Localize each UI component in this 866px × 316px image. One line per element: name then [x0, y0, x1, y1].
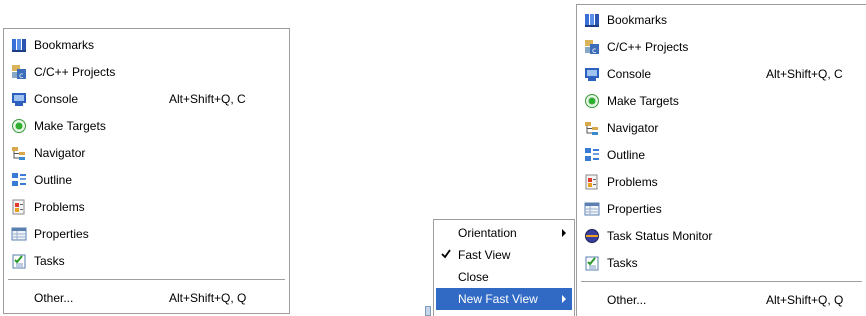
menu-item-label: Bookmarks: [34, 38, 95, 52]
menu-item-label: Bookmarks: [607, 13, 668, 27]
menu-item-cpp-projects[interactable]: c C/C++ Projects: [579, 34, 864, 60]
task-status-monitor-icon: [584, 228, 600, 244]
menu-item-label: Properties: [607, 202, 662, 216]
menu-item-tasks[interactable]: Tasks: [6, 248, 287, 274]
menu-item-label: Make Targets: [34, 119, 106, 133]
menu-item-bookmarks[interactable]: Bookmarks: [579, 7, 864, 33]
menu-item-outline[interactable]: Outline: [6, 167, 287, 193]
menu-item-label: Tasks: [34, 254, 65, 268]
menu-item-label: Other...: [607, 293, 647, 307]
menu-item-label: Fast View: [458, 248, 511, 262]
problems-icon: [584, 174, 600, 190]
menu-separator: [581, 281, 862, 283]
make-targets-icon: [584, 93, 600, 109]
menu-item-label: Navigator: [34, 146, 86, 160]
menu-item-other[interactable]: Other... Alt+Shift+Q, Q: [579, 287, 864, 313]
menu-item-label: Outline: [34, 173, 73, 187]
submenu-arrow-icon: [562, 295, 566, 303]
menu-item-fast-view[interactable]: Fast View: [436, 244, 572, 266]
menu-item-properties[interactable]: Properties: [579, 196, 864, 222]
svg-text:c: c: [19, 71, 23, 80]
console-icon: [11, 91, 27, 107]
menu-item-label: Problems: [607, 175, 658, 189]
menu-item-shortcut: Alt+Shift+Q, C: [169, 92, 246, 106]
menu-item-console[interactable]: Console Alt+Shift+Q, C: [579, 61, 864, 87]
toolbar-fragment: [425, 306, 431, 316]
fast-view-context-menu: Orientation Fast View Close New Fast Vie…: [433, 219, 575, 316]
problems-icon: [11, 199, 27, 215]
show-view-menu-right: Bookmarks c C/C++ Projects Console Alt+S…: [576, 4, 866, 316]
svg-text:c: c: [592, 46, 596, 55]
menu-item-new-fast-view[interactable]: New Fast View: [436, 288, 572, 310]
menu-item-label: Problems: [34, 200, 85, 214]
menu-item-label: C/C++ Projects: [34, 65, 116, 79]
menu-item-properties[interactable]: Properties: [6, 221, 287, 247]
menu-item-label: Navigator: [607, 121, 659, 135]
tasks-icon: [584, 255, 600, 271]
menu-item-orientation[interactable]: Orientation: [436, 222, 572, 244]
menu-item-label: Console: [607, 67, 652, 81]
menu-item-make-targets[interactable]: Make Targets: [6, 113, 287, 139]
menu-item-label: Orientation: [458, 226, 517, 240]
menu-item-label: Console: [34, 92, 79, 106]
menu-item-shortcut: Alt+Shift+Q, Q: [766, 293, 844, 307]
cpp-projects-icon: c: [11, 64, 27, 80]
menu-item-task-status-monitor[interactable]: Task Status Monitor: [579, 223, 864, 249]
menu-item-label: Task Status Monitor: [607, 229, 713, 243]
menu-item-shortcut: Alt+Shift+Q, C: [766, 67, 843, 81]
cpp-projects-icon: c: [584, 39, 600, 55]
menu-item-label: New Fast View: [458, 292, 538, 306]
outline-icon: [584, 147, 600, 163]
menu-item-problems[interactable]: Problems: [579, 169, 864, 195]
menu-item-navigator[interactable]: Navigator: [6, 140, 287, 166]
properties-icon: [584, 201, 600, 217]
menu-item-label: Other...: [34, 291, 74, 305]
menu-item-other[interactable]: Other... Alt+Shift+Q, Q: [6, 285, 287, 311]
menu-item-label: Properties: [34, 227, 89, 241]
menu-item-problems[interactable]: Problems: [6, 194, 287, 220]
menu-item-tasks[interactable]: Tasks: [579, 250, 864, 276]
menu-item-shortcut: Alt+Shift+Q, Q: [169, 291, 247, 305]
menu-item-label: Tasks: [607, 256, 638, 270]
menu-item-cpp-projects[interactable]: c C/C++ Projects: [6, 59, 287, 85]
bookmarks-icon: [584, 12, 600, 28]
navigator-icon: [11, 145, 27, 161]
console-icon: [584, 66, 600, 82]
menu-separator: [8, 279, 285, 281]
outline-icon: [11, 172, 27, 188]
tasks-icon: [11, 253, 27, 269]
menu-item-outline[interactable]: Outline: [579, 142, 864, 168]
menu-item-console[interactable]: Console Alt+Shift+Q, C: [6, 86, 287, 112]
menu-item-make-targets[interactable]: Make Targets: [579, 88, 864, 114]
navigator-icon: [584, 120, 600, 136]
menu-item-label: C/C++ Projects: [607, 40, 689, 54]
make-targets-icon: [11, 118, 27, 134]
menu-item-bookmarks[interactable]: Bookmarks: [6, 32, 287, 58]
menu-item-navigator[interactable]: Navigator: [579, 115, 864, 141]
menu-item-label: Outline: [607, 148, 646, 162]
show-view-menu-left: Bookmarks c C/C++ Projects Console Alt+S…: [3, 28, 290, 314]
menu-item-label: Close: [458, 270, 489, 284]
menu-item-label: Make Targets: [607, 94, 679, 108]
checkmark-icon: [441, 249, 451, 259]
submenu-arrow-icon: [562, 229, 566, 237]
properties-icon: [11, 226, 27, 242]
bookmarks-icon: [11, 37, 27, 53]
menu-item-close[interactable]: Close: [436, 266, 572, 288]
